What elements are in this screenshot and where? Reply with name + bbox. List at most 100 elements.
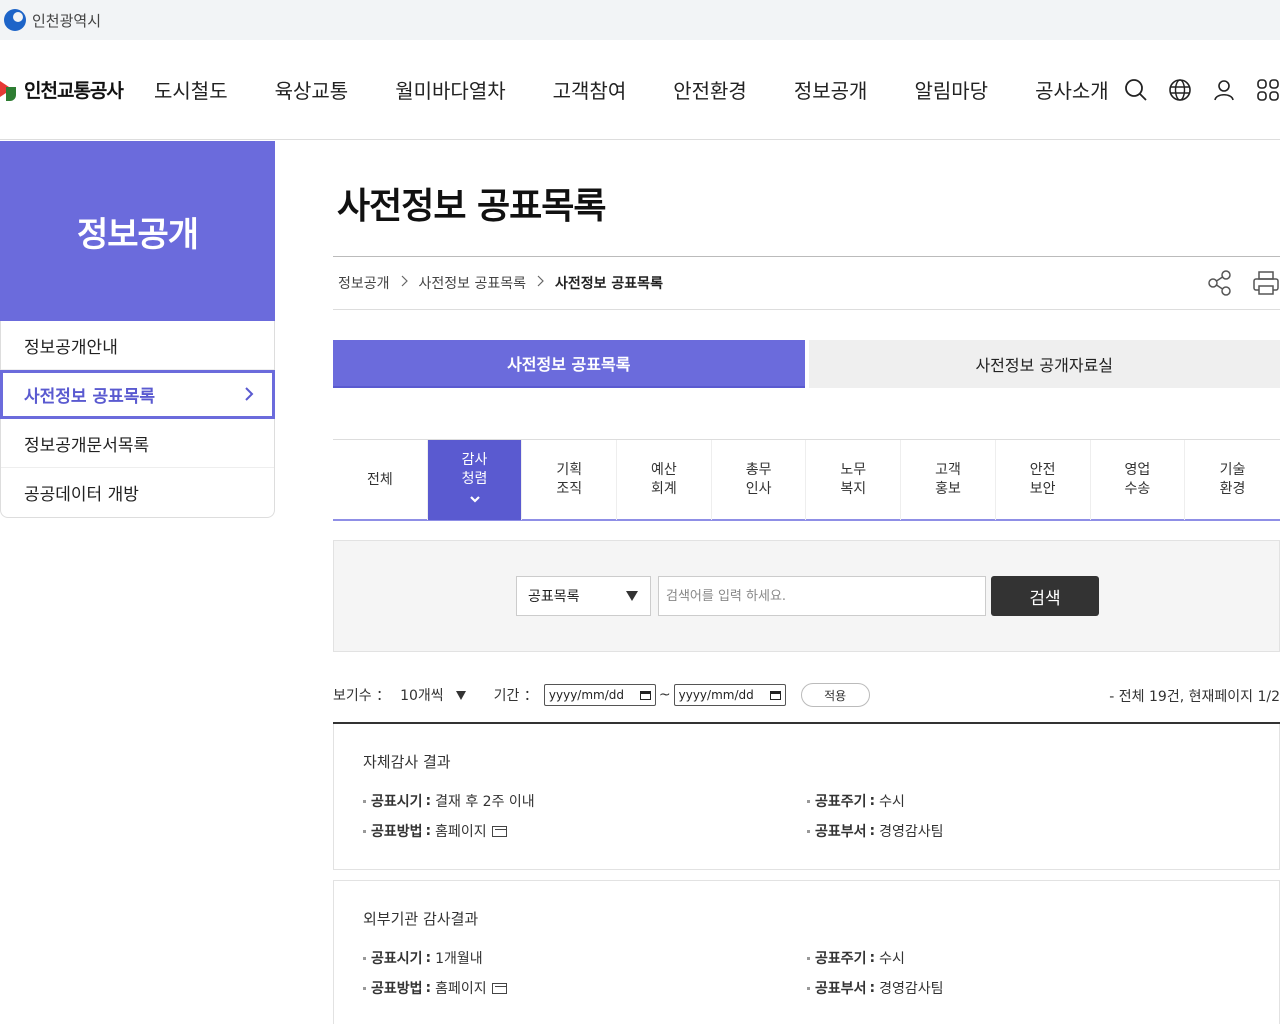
category-label: 복지 <box>840 481 867 497</box>
brand-name: 인천교통공사 <box>24 80 124 102</box>
apply-button[interactable]: 적용 <box>800 683 870 707</box>
city-topbar: 인천광역시 <box>0 0 1280 40</box>
breadcrumb: 정보공개 사전정보 공표목록 사전정보 공표목록 <box>333 256 1280 310</box>
category-label: 홍보 <box>935 481 961 497</box>
date-from-input[interactable]: yyyy/mm/dd <box>543 684 656 706</box>
search-input[interactable] <box>658 576 986 616</box>
chevron-right-icon <box>537 275 544 291</box>
tab-pre-disclosure-list[interactable]: 사전정보 공표목록 <box>333 340 805 388</box>
brand-logo-icon <box>0 77 22 103</box>
category-label: 조직 <box>556 481 583 497</box>
period-separator: ~ <box>658 687 671 703</box>
category-label: 수송 <box>1124 481 1151 497</box>
result-summary: - 전체 19건, 현재페이지 1/2 <box>1109 689 1280 705</box>
category-tabs: 전체 감사 청렴 기획 조직 예산 회계 총무 인사 노무 복지 고객 홍보 안… <box>333 439 1280 521</box>
brand-logo[interactable]: 인천교통공사 <box>0 76 140 103</box>
field-disclosure-method: 공표방법: 홈페이지 <box>363 821 507 841</box>
view-count-value[interactable]: 10개씩 <box>400 685 444 705</box>
field-label: 공표주기 <box>815 794 867 810</box>
side-nav-item-document-list[interactable]: 정보공개문서목록 <box>1 419 274 468</box>
side-nav-title: 정보공개 <box>76 214 199 255</box>
menu-item-about[interactable]: 공사소개 <box>1035 75 1109 104</box>
list-item-title[interactable]: 외부기관 감사결과 <box>363 908 478 929</box>
side-nav-item-pre-disclosure[interactable]: 사전정보 공표목록 <box>0 370 275 419</box>
field-colon: : <box>869 950 876 966</box>
field-disclosure-method: 공표방법: 홈페이지 <box>363 978 507 998</box>
field-value: 1개월내 <box>435 951 483 967</box>
chevron-down-icon <box>469 490 481 509</box>
category-label: 안전 <box>1029 462 1056 478</box>
side-nav-item-guide[interactable]: 정보공개안내 <box>1 321 274 370</box>
side-nav-list: 정보공개안내 사전정보 공표목록 정보공개문서목록 공공데이터 개방 <box>0 321 275 518</box>
user-icon[interactable] <box>1212 78 1236 102</box>
menu-item-metro[interactable]: 도시철도 <box>154 75 228 104</box>
field-value: 수시 <box>879 951 905 967</box>
print-icon[interactable] <box>1252 269 1280 297</box>
search-panel: 공표목록 검색 <box>333 540 1280 652</box>
menu-item-customer[interactable]: 고객참여 <box>553 75 627 104</box>
list-item: 자체감사 결과 공표시기: 결재 후 2주 이내 공표주기: 수시 공표방법: … <box>333 724 1280 870</box>
category-label: 회계 <box>651 481 677 497</box>
breadcrumb-item[interactable]: 사전정보 공표목록 <box>419 273 527 293</box>
field-colon: : <box>425 823 432 839</box>
category-all[interactable]: 전체 <box>333 440 428 520</box>
global-navigation: 인천교통공사 도시철도 육상교통 월미바다열차 고객참여 안전환경 정보공개 알… <box>0 40 1280 140</box>
category-label: 고객 <box>935 462 961 478</box>
field-colon: : <box>425 793 432 809</box>
category-planning[interactable]: 기획 조직 <box>522 440 618 520</box>
tab-pre-disclosure-archive[interactable]: 사전정보 공개자료실 <box>808 340 1280 388</box>
category-audit[interactable]: 감사 청렴 <box>427 440 523 520</box>
category-general-affairs[interactable]: 총무 인사 <box>712 440 807 520</box>
city-name[interactable]: 인천광역시 <box>32 10 101 31</box>
field-label: 공표방법 <box>371 981 423 997</box>
sitemap-icon[interactable] <box>1256 78 1280 102</box>
search-icon[interactable] <box>1124 78 1148 102</box>
category-label: 노무 <box>840 462 867 478</box>
bullet-icon <box>363 829 366 833</box>
main-menu: 도시철도 육상교통 월미바다열차 고객참여 안전환경 정보공개 알림마당 공사소… <box>140 40 1109 139</box>
list-filter: 보기수 ： 10개씩 기간 ： yyyy/mm/dd ~ yyyy/mm/dd … <box>333 682 1280 708</box>
list-item: 외부기관 감사결과 공표시기: 1개월내 공표주기: 수시 공표방법: 홈페이지… <box>333 880 1280 1024</box>
category-label: 전체 <box>366 471 393 488</box>
bullet-icon <box>363 986 366 990</box>
incheon-city-logo-icon[interactable] <box>4 9 26 31</box>
homepage-link-icon[interactable] <box>491 982 507 994</box>
dropdown-arrow-icon[interactable] <box>455 690 466 700</box>
category-labor[interactable]: 노무 복지 <box>806 440 902 520</box>
menu-item-disclosure[interactable]: 정보공개 <box>794 75 868 104</box>
share-icon[interactable] <box>1206 269 1234 297</box>
view-count-label: 보기수 ： <box>333 688 391 704</box>
side-navigation: 정보공개 정보공개안내 사전정보 공표목록 정보공개문서목록 공공데이터 개방 <box>0 141 275 518</box>
breadcrumb-current: 사전정보 공표목록 <box>555 276 663 292</box>
menu-item-ground-transport[interactable]: 육상교통 <box>275 75 349 104</box>
breadcrumb-item[interactable]: 정보공개 <box>338 273 390 293</box>
menu-item-notice[interactable]: 알림마당 <box>914 75 988 104</box>
field-label: 공표부서 <box>815 824 867 840</box>
calendar-icon[interactable] <box>639 690 651 700</box>
category-safety[interactable]: 안전 보안 <box>996 440 1091 520</box>
date-to-input[interactable]: yyyy/mm/dd <box>673 684 786 706</box>
list-item-title[interactable]: 자체감사 결과 <box>363 751 451 772</box>
field-label: 공표시기 <box>371 951 423 967</box>
search-button[interactable]: 검색 <box>991 576 1099 616</box>
field-disclosure-time: 공표시기: 1개월내 <box>363 948 483 968</box>
menu-item-safety[interactable]: 안전환경 <box>673 75 747 104</box>
field-disclosure-dept: 공표부서: 경영감사팀 <box>807 978 944 998</box>
category-customer[interactable]: 고객 홍보 <box>901 440 996 520</box>
side-nav-item-open-data[interactable]: 공공데이터 개방 <box>1 468 274 517</box>
bullet-icon <box>807 956 810 960</box>
category-technology[interactable]: 기술 환경 <box>1185 440 1280 520</box>
category-operations[interactable]: 영업 수송 <box>1091 440 1186 520</box>
search-type-select[interactable]: 공표목록 <box>516 576 651 616</box>
field-value: 경영감사팀 <box>879 981 944 997</box>
menu-item-wolmi-train[interactable]: 월미바다열차 <box>395 75 505 104</box>
field-disclosure-cycle: 공표주기: 수시 <box>807 791 905 811</box>
category-label: 기술 <box>1219 462 1246 478</box>
category-budget[interactable]: 예산 회계 <box>617 440 712 520</box>
homepage-link-icon[interactable] <box>491 825 507 837</box>
side-nav-item-label: 사전정보 공표목록 <box>24 387 156 407</box>
search-type-value: 공표목록 <box>528 589 580 605</box>
calendar-icon[interactable] <box>769 690 781 700</box>
dropdown-arrow-icon <box>626 591 638 601</box>
globe-icon[interactable] <box>1168 78 1192 102</box>
